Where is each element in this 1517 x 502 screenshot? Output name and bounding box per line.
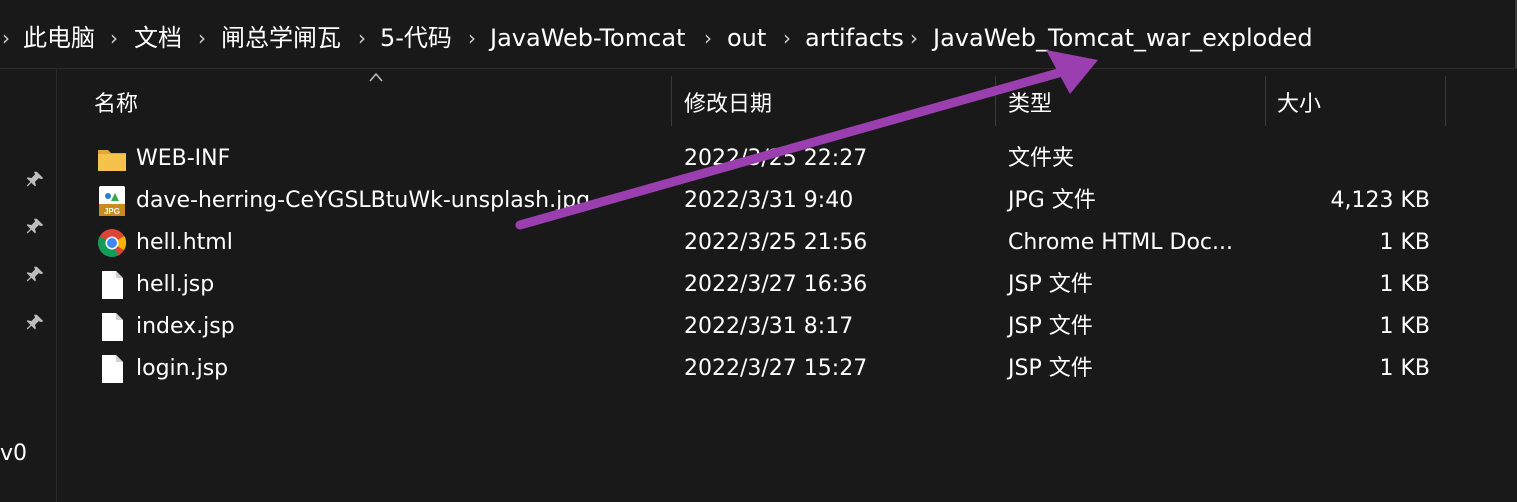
column-header-name[interactable]: 名称	[94, 86, 138, 118]
breadcrumb-out[interactable]: out	[727, 22, 766, 54]
file-type: JPG 文件	[1008, 188, 1096, 213]
column-header-date[interactable]: 修改日期	[684, 86, 772, 118]
chevron-right-icon[interactable]: ›	[468, 25, 476, 51]
folder-icon	[98, 150, 126, 171]
file-name: login.jsp	[136, 356, 229, 381]
nav-item-partial-label[interactable]: v0	[0, 441, 27, 466]
column-divider[interactable]	[671, 76, 672, 126]
breadcrumb-folder-code[interactable]: 5-代码	[380, 22, 452, 54]
file-size: 4,123 KB	[1330, 188, 1431, 213]
file-type: JSP 文件	[1008, 356, 1093, 381]
pin-icon[interactable]	[24, 312, 46, 334]
file-date: 2022/3/31 8:17	[684, 314, 854, 339]
file-size: 1 KB	[1379, 230, 1430, 255]
breadcrumb-documents[interactable]: 文档	[134, 22, 182, 54]
file-date: 2022/3/31 9:40	[684, 188, 854, 213]
file-size: 1 KB	[1379, 356, 1430, 381]
pin-icon[interactable]	[24, 169, 46, 191]
table-row[interactable]: WEB-INF 2022/3/25 22:27 文件夹	[86, 139, 1446, 181]
file-type: JSP 文件	[1008, 314, 1093, 339]
file-date: 2022/3/27 15:27	[684, 356, 868, 381]
sort-ascending-icon	[369, 72, 383, 82]
pin-icon[interactable]	[24, 264, 46, 286]
column-divider[interactable]	[1265, 76, 1266, 126]
chevron-right-icon[interactable]: ›	[783, 25, 791, 51]
breadcrumb: › 此电脑 › 文档 › 闸总学闸瓦 › 5-代码 › JavaWeb-Tomc…	[0, 0, 1517, 69]
file-name: hell.jsp	[136, 272, 215, 297]
navigation-pane: v0	[0, 69, 57, 502]
file-type: JSP 文件	[1008, 272, 1093, 297]
file-size: 1 KB	[1379, 314, 1430, 339]
file-type: Chrome HTML Doc...	[1008, 230, 1233, 255]
chevron-right-icon[interactable]: ›	[910, 25, 918, 51]
file-icon	[102, 313, 123, 341]
table-row[interactable]: JPG dave-herring-CeYGSLBtuWk-unsplash.jp…	[86, 181, 1446, 223]
breadcrumb-artifacts[interactable]: artifacts	[805, 22, 904, 54]
file-size: 1 KB	[1379, 272, 1430, 297]
file-name: hell.html	[136, 230, 233, 255]
chevron-right-icon[interactable]: ›	[110, 25, 118, 51]
jpg-file-icon: JPG	[99, 186, 125, 216]
file-date: 2022/3/27 16:36	[684, 272, 868, 297]
file-type: 文件夹	[1008, 146, 1075, 171]
chevron-right-icon[interactable]: ›	[2, 25, 10, 51]
file-date: 2022/3/25 21:56	[684, 230, 868, 255]
file-name: index.jsp	[136, 314, 235, 339]
chevron-right-icon[interactable]: ›	[198, 25, 206, 51]
table-row[interactable]: login.jsp 2022/3/27 15:27 JSP 文件 1 KB	[86, 349, 1446, 391]
column-header-size[interactable]: 大小	[1277, 86, 1321, 118]
column-divider[interactable]	[1445, 76, 1446, 126]
file-name: WEB-INF	[136, 146, 231, 171]
table-row[interactable]: hell.jsp 2022/3/27 16:36 JSP 文件 1 KB	[86, 265, 1446, 307]
svg-text:JPG: JPG	[104, 207, 120, 216]
file-date: 2022/3/25 22:27	[684, 146, 868, 171]
file-icon	[102, 355, 123, 383]
pin-icon[interactable]	[24, 216, 46, 238]
column-header-type[interactable]: 类型	[1008, 86, 1052, 118]
breadcrumb-current-folder[interactable]: JavaWeb_Tomcat_war_exploded	[933, 22, 1313, 54]
file-icon	[102, 271, 123, 299]
chevron-right-icon[interactable]: ›	[704, 25, 712, 51]
breadcrumb-this-pc[interactable]: 此电脑	[23, 22, 95, 54]
table-row[interactable]: index.jsp 2022/3/31 8:17 JSP 文件 1 KB	[86, 307, 1446, 349]
breadcrumb-folder-1[interactable]: 闸总学闸瓦	[221, 22, 341, 54]
table-row[interactable]: hell.html 2022/3/25 21:56 Chrome HTML Do…	[86, 223, 1446, 265]
breadcrumb-javaweb-tomcat[interactable]: JavaWeb-Tomcat	[490, 22, 685, 54]
column-divider[interactable]	[995, 76, 996, 126]
file-name: dave-herring-CeYGSLBtuWk-unsplash.jpg	[136, 188, 591, 213]
chevron-right-icon[interactable]: ›	[358, 25, 366, 51]
chrome-icon	[98, 229, 127, 257]
